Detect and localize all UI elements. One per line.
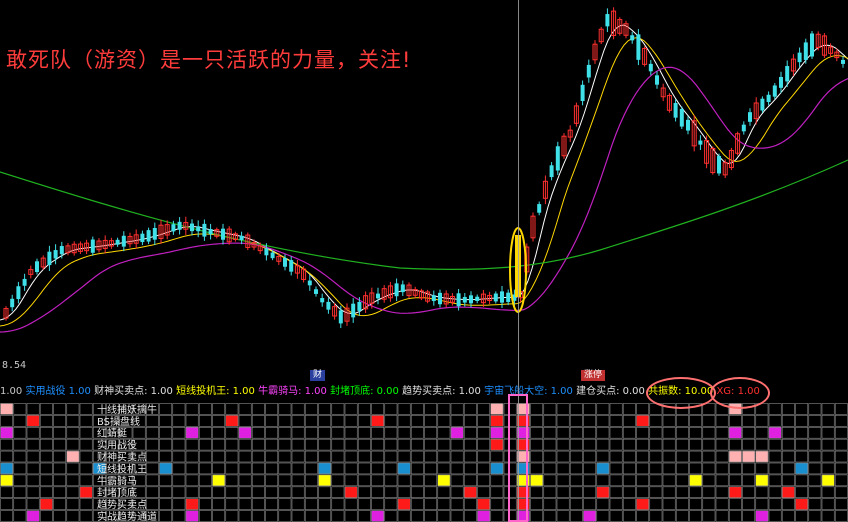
event-marker-cai[interactable]: 财	[310, 370, 326, 381]
signal-item-7: 趋势买卖点: 1.00	[402, 386, 485, 397]
indicator-row-label: 十线捕妖擒牛	[97, 403, 157, 416]
signal-grid: 十线捕妖擒牛BS操盘线红蜻蜓实用战役财神买卖点短线投机王牛霸骑马封堵顶底趋势买卖…	[0, 403, 848, 522]
signal-item-4: 短线投机王: 1.00	[176, 386, 259, 397]
indicator-row-label: 财神买卖点	[97, 451, 147, 464]
indicator-row-label: 短线投机王	[97, 462, 147, 475]
indicator-row-label: 趋势买卖点	[97, 498, 147, 511]
chart-annotation-headline: 敢死队（游资）是一只活跃的力量，关注!	[6, 48, 412, 72]
indicator-row-label: 实用战役	[97, 439, 137, 452]
xg-highlight	[710, 377, 770, 409]
price-min-label: 8.54	[2, 360, 27, 371]
event-marker-limit-up[interactable]: 涨停	[581, 370, 606, 381]
signal-item-3: 财神买卖点: 1.00	[94, 386, 177, 397]
indicator-row-label: 封堵顶底	[97, 486, 137, 499]
signal-item-5: 牛霸骑马: 1.00	[258, 386, 331, 397]
indicator-row-label: BS操盘线	[97, 415, 140, 428]
signal-item-9: 建仓买点: 0.00	[576, 386, 649, 397]
signal-item-2: 1.00	[68, 386, 95, 397]
indicator-row-label: 红蜻蜓	[97, 427, 127, 440]
signal-item-1: 实用战役	[25, 386, 69, 397]
signal-item-6: 封堵顶底: 0.00	[330, 386, 403, 397]
signal-item-8: 宇宙飞船大空: 1.00	[484, 386, 577, 397]
resonance-count-highlight	[646, 377, 716, 409]
indicator-row-label: 实战趋势通道	[97, 510, 157, 522]
signal-column-highlight	[508, 394, 528, 522]
signal-item-0: 1.00	[0, 386, 26, 397]
indicator-row-label: 牛霸骑马	[97, 474, 137, 487]
